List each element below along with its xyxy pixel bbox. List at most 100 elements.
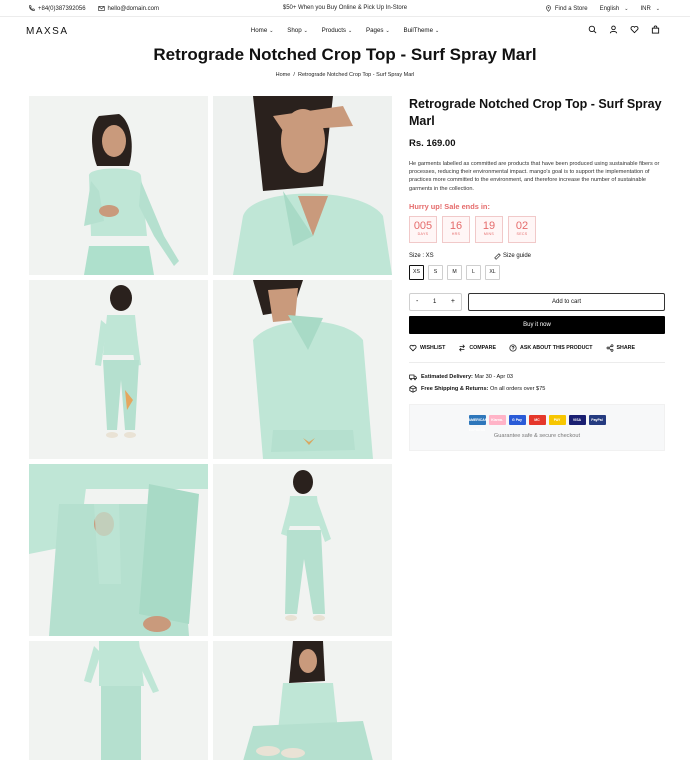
size-option-xl[interactable]: XL [485, 264, 500, 280]
shipping-value: On all orders over $75 [490, 385, 546, 392]
payment-card-mc: MC [528, 414, 546, 425]
estimated-delivery: Estimated Delivery: Mar 30 - Apr 03 [409, 371, 665, 383]
account-icon[interactable] [609, 25, 618, 34]
wishlist-label: WISHLIST [420, 344, 446, 351]
product-image-1[interactable] [29, 96, 208, 275]
breadcrumb-home[interactable]: Home [276, 72, 291, 78]
nav-label: BuilTheme [403, 27, 434, 34]
chevron-down-icon: ⌄ [269, 28, 274, 34]
sale-countdown-heading: Hurry up! Sale ends in: [409, 201, 490, 211]
ask-question-button[interactable]: ASK ABOUT THIS PRODUCT [509, 344, 593, 352]
payment-card-american-express: AMERICAN EXPRESS [468, 414, 487, 432]
map-pin-icon [545, 5, 551, 12]
wishlist-button[interactable]: WISHLIST [409, 344, 445, 352]
size-guide-link[interactable]: Size guide [494, 253, 531, 260]
countdown-seconds: 02 SECS [508, 215, 536, 243]
payment-card-g-pay: G Pay [508, 414, 526, 425]
product-image-5[interactable] [29, 464, 208, 636]
find-store-link[interactable]: Find a Store [545, 5, 588, 12]
size-option-m[interactable]: M [447, 264, 462, 280]
product-image-3[interactable] [29, 280, 208, 459]
payment-card-paypal: PayPal [588, 414, 606, 425]
product-image-6[interactable] [213, 464, 392, 636]
chevron-down-icon: ⌄ [624, 5, 629, 12]
ask-label: ASK ABOUT THIS PRODUCT [520, 344, 593, 351]
product-actions: WISHLIST COMPARE ASK ABOUT THIS PRODUCT … [409, 344, 665, 363]
search-icon[interactable] [588, 25, 597, 34]
product-image-2[interactable] [213, 96, 392, 275]
heart-icon [409, 344, 417, 352]
secure-checkout-text: Guarantee safe & secure checkout [493, 432, 581, 439]
nav-label: Pages [365, 27, 384, 34]
chevron-down-icon: ⌄ [303, 28, 308, 34]
top-bar: +84(0)387392056 hello@domain.com $50+ Wh… [0, 0, 690, 17]
nav-item-products[interactable]: Products ⌄ [322, 27, 353, 34]
main-header: MAXSA Home ⌄ Shop ⌄ Products ⌄ Pages ⌄ BuilT… [0, 17, 690, 47]
product-image-4[interactable] [213, 280, 392, 459]
add-to-cart-button[interactable]: Add to cart [468, 292, 665, 311]
size-selector: XS S M L XL [409, 264, 665, 280]
chevron-down-icon: ⌄ [655, 5, 660, 12]
size-option-s[interactable]: S [428, 264, 443, 280]
payment-cards: AMERICAN EXPRESS Klarna. G Pay MC PAY VISA Pay… [410, 414, 664, 432]
truck-icon [409, 374, 417, 381]
page-title: Retrograde Notched Crop Top - Surf Spray… [153, 45, 537, 64]
compare-button[interactable]: COMPARE [458, 344, 496, 352]
nav-item-builtheme[interactable]: BuilTheme ⌄ [403, 27, 439, 34]
countdown-timer: 005 DAYS 16 HRS 19 MINS 02 SECS [409, 215, 665, 243]
size-option-l[interactable]: L [466, 264, 481, 280]
chevron-down-icon: ⌄ [435, 28, 440, 34]
language-text: English [599, 5, 620, 12]
nav-item-shop[interactable]: Shop ⌄ [287, 27, 308, 34]
main-nav: Home ⌄ Shop ⌄ Products ⌄ Pages ⌄ BuilTheme ⌄ [0, 27, 690, 34]
qty-value[interactable]: 1 [433, 299, 436, 305]
product-title: Retrograde Notched Crop Top - Surf Spray… [409, 97, 662, 128]
qty-increase-button[interactable]: + [451, 298, 455, 305]
share-label: SHARE [616, 344, 636, 351]
currency-text: INR [640, 5, 651, 12]
payment-card-pay: PAY [548, 414, 566, 425]
payment-methods-box: AMERICAN EXPRESS Klarna. G Pay MC PAY VISA Pay… [409, 403, 665, 451]
countdown-hours: 16 HRS [442, 215, 470, 243]
chevron-down-icon: ⌄ [385, 28, 390, 34]
currency-selector[interactable]: INR ⌄ [640, 5, 660, 12]
share-button[interactable]: SHARE [606, 344, 636, 352]
countdown-minutes: 19 MINS [475, 215, 503, 243]
size-guide-text: Size guide [503, 253, 532, 260]
shipping-info: Estimated Delivery: Mar 30 - Apr 03 Free… [409, 371, 665, 395]
size-option-xs[interactable]: XS [409, 264, 424, 280]
shipping-label: Free Shipping & Returns: [421, 385, 489, 392]
find-store-text: Find a Store [554, 5, 588, 12]
language-selector[interactable]: English ⌄ [600, 5, 629, 12]
nav-item-home[interactable]: Home ⌄ [251, 27, 274, 34]
breadcrumb-current: Retrograde Notched Crop Top - Surf Spray… [297, 72, 415, 78]
free-shipping: Free Shipping & Returns: On all orders o… [409, 383, 665, 395]
product-description: He garments labelled as committed are pr… [409, 161, 660, 192]
nav-item-pages[interactable]: Pages ⌄ [366, 27, 390, 34]
payment-card-klarna: Klarna. [488, 414, 506, 425]
payment-card-visa: VISA [568, 414, 586, 425]
breadcrumb-separator: / [293, 72, 295, 78]
nav-label: Home [250, 27, 268, 34]
heart-icon[interactable] [630, 25, 639, 34]
chevron-down-icon: ⌄ [348, 28, 353, 34]
qty-decrease-button[interactable]: - [416, 298, 418, 305]
delivery-value: Mar 30 - Apr 03 [474, 373, 514, 380]
product-image-7[interactable] [29, 641, 208, 760]
delivery-label: Estimated Delivery: [421, 373, 473, 380]
countdown-days: 005 DAYS [409, 215, 437, 243]
cart-icon[interactable] [651, 25, 660, 34]
compare-icon [459, 344, 466, 352]
product-info: Retrograde Notched Crop Top - Surf Spray… [409, 96, 665, 451]
share-icon [606, 344, 613, 352]
compare-label: COMPARE [469, 344, 496, 351]
ruler-icon [494, 253, 501, 260]
size-label: Size : XS [409, 252, 434, 259]
quantity-stepper: - 1 + [409, 292, 462, 311]
product-price: Rs. 169.00 [409, 138, 456, 149]
nav-label: Shop [287, 27, 302, 34]
package-icon [409, 385, 417, 393]
question-icon [509, 344, 517, 352]
product-image-8[interactable] [213, 641, 392, 760]
buy-now-button[interactable]: Buy it now [409, 315, 665, 334]
